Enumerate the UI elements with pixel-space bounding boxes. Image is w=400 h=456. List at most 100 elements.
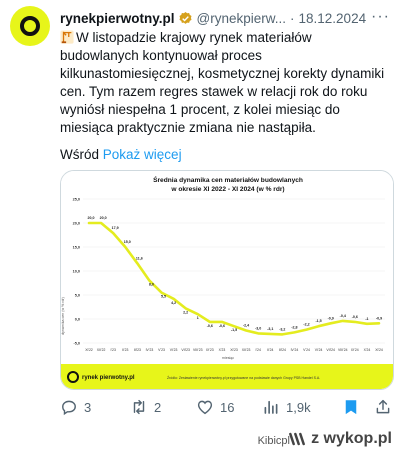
retweet-count: 2 — [154, 399, 162, 415]
wykop-logo-icon — [289, 432, 306, 446]
data-label: 15,0 — [124, 240, 131, 244]
views-button[interactable]: 1,9k — [262, 398, 311, 416]
x-tick-label: IX'23 — [206, 348, 214, 352]
y-axis-label: dynamika cen (w % rdr) — [61, 297, 65, 335]
chart-title: Średnia dynamika cen materiałów budowlan… — [153, 175, 303, 184]
footer-author[interactable]: Kibicpl — [258, 435, 290, 447]
price-dynamics-chart: Średnia dynamika cen materiałów budowlan… — [61, 171, 393, 389]
brand-ring-icon — [20, 16, 40, 36]
x-tick-label: X'24 — [364, 348, 371, 352]
data-label: 8,0 — [149, 283, 154, 287]
data-label: 11,6 — [136, 256, 143, 260]
x-tick-label: XII'23 — [242, 348, 251, 352]
data-label: 2,2 — [183, 310, 188, 314]
views-count: 1,9k — [286, 399, 311, 415]
bookmark-icon — [345, 400, 357, 415]
data-label: -0,6 — [207, 324, 213, 328]
author-name[interactable]: rynekpierwotny.pl — [60, 11, 175, 26]
x-tick-label: I'23 — [110, 348, 115, 352]
data-label: -2,8 — [291, 325, 297, 329]
author-handle[interactable]: @rynekpierw... — [197, 11, 286, 26]
reply-icon — [62, 400, 76, 416]
share-button[interactable] — [374, 398, 392, 416]
x-tick-label: IX'24 — [351, 348, 359, 352]
x-tick-label: IV'24 — [291, 348, 299, 352]
reply-button[interactable]: 3 — [60, 398, 91, 416]
x-tick-label: X'23 — [219, 348, 226, 352]
x-tick-label: XII'22 — [97, 348, 106, 352]
data-label: 4,2 — [171, 301, 176, 305]
data-label: 1 — [197, 316, 199, 320]
views-chart-icon — [264, 400, 278, 414]
x-tick-label: VII'24 — [326, 348, 335, 352]
data-label: -0,4 — [340, 314, 346, 318]
x-tick-label: VII'23 — [181, 348, 190, 352]
data-label: -3,0 — [255, 326, 261, 330]
x-tick-label: II'23 — [122, 348, 128, 352]
verified-badge-icon — [179, 11, 192, 24]
show-more-link[interactable]: Pokaż więcej — [103, 147, 182, 162]
x-tick-label: VIII'23 — [193, 348, 203, 352]
data-label: -1 — [365, 317, 368, 321]
data-label: 17,9 — [112, 226, 119, 230]
action-bar: 3 2 16 1,9k — [56, 398, 392, 420]
chart-image[interactable]: Średnia dynamika cen materiałów budowlan… — [60, 170, 394, 390]
x-tick-label: V'24 — [303, 348, 310, 352]
y-tick-label: -5,0 — [73, 341, 80, 345]
x-tick-label: XI'23 — [230, 348, 238, 352]
footer-logo-text: rynek pierwotny.pl — [82, 375, 135, 381]
y-tick-label: 25,0 — [73, 197, 80, 201]
data-label: 5,5 — [161, 295, 166, 299]
y-tick-label: 10,0 — [73, 269, 80, 273]
y-tick-label: 5,0 — [75, 293, 80, 297]
y-tick-label: 0,0 — [75, 317, 80, 321]
tweet-text: W listopadzie krajowy rynek materiałów b… — [60, 30, 385, 135]
avatar[interactable] — [10, 6, 50, 46]
y-tick-label: 20,0 — [73, 221, 80, 225]
x-axis-label: miesiąc — [222, 356, 234, 360]
data-label: 20,0 — [88, 216, 95, 220]
x-tick-label: VI'23 — [170, 348, 178, 352]
footer-site: z wykop.pl — [311, 430, 392, 447]
tweet-header: rynekpierwotny.pl @rynekpierw... · 18.12… — [60, 8, 390, 27]
data-label: 20,0 — [100, 216, 107, 220]
data-label: -2,2 — [303, 323, 309, 327]
show-more-prefix: Wśród — [60, 147, 100, 162]
retweet-icon — [133, 399, 145, 415]
chart-subtitle: w okresie XI 2022 - XI 2024 (w % rdr) — [170, 186, 284, 193]
more-options-icon[interactable]: ··· — [371, 8, 390, 26]
x-tick-label: IV'23 — [146, 348, 154, 352]
bookmark-button[interactable] — [342, 398, 360, 416]
reply-count: 3 — [84, 399, 92, 415]
wykop-brand[interactable]: z wykop.pl — [287, 429, 392, 449]
x-tick-label: VI'24 — [315, 348, 323, 352]
x-tick-label: XI'24 — [375, 348, 383, 352]
data-label: -2,4 — [243, 324, 249, 328]
heart-icon — [197, 400, 213, 415]
data-label: -1,5 — [231, 328, 237, 332]
separator-dot: · — [290, 10, 295, 26]
data-label: -3,2 — [279, 327, 285, 331]
x-tick-label: III'24 — [279, 348, 286, 352]
share-icon — [376, 399, 390, 414]
data-label: -0,9 — [376, 316, 382, 320]
x-tick-label: V'23 — [158, 348, 165, 352]
data-label: -1,5 — [315, 319, 321, 323]
x-tick-label: VIII'24 — [338, 348, 348, 352]
data-label: -0,9 — [328, 316, 334, 320]
like-button[interactable]: 16 — [196, 398, 234, 416]
tweet: rynekpierwotny.pl @rynekpierw... · 18.12… — [0, 0, 400, 420]
chart-source: Źródło: Zestawienie rynekpierwotny.pl pr… — [167, 375, 320, 380]
x-tick-label: III'23 — [134, 348, 141, 352]
x-tick-label: XI'22 — [85, 348, 93, 352]
show-more-row: Wśród Pokaż więcej — [60, 147, 182, 162]
x-tick-label: I'24 — [255, 348, 260, 352]
data-label: -0,6 — [219, 324, 225, 328]
tweet-date[interactable]: 18.12.2024 — [299, 11, 367, 26]
data-label: -0,6 — [352, 315, 358, 319]
tweet-text-container: W listopadzie krajowy rynek materiałów b… — [60, 29, 392, 137]
data-label: -3,1 — [267, 327, 273, 331]
construction-crane-icon — [60, 30, 74, 44]
y-tick-label: 15,0 — [73, 245, 80, 249]
retweet-button[interactable]: 2 — [130, 398, 161, 416]
